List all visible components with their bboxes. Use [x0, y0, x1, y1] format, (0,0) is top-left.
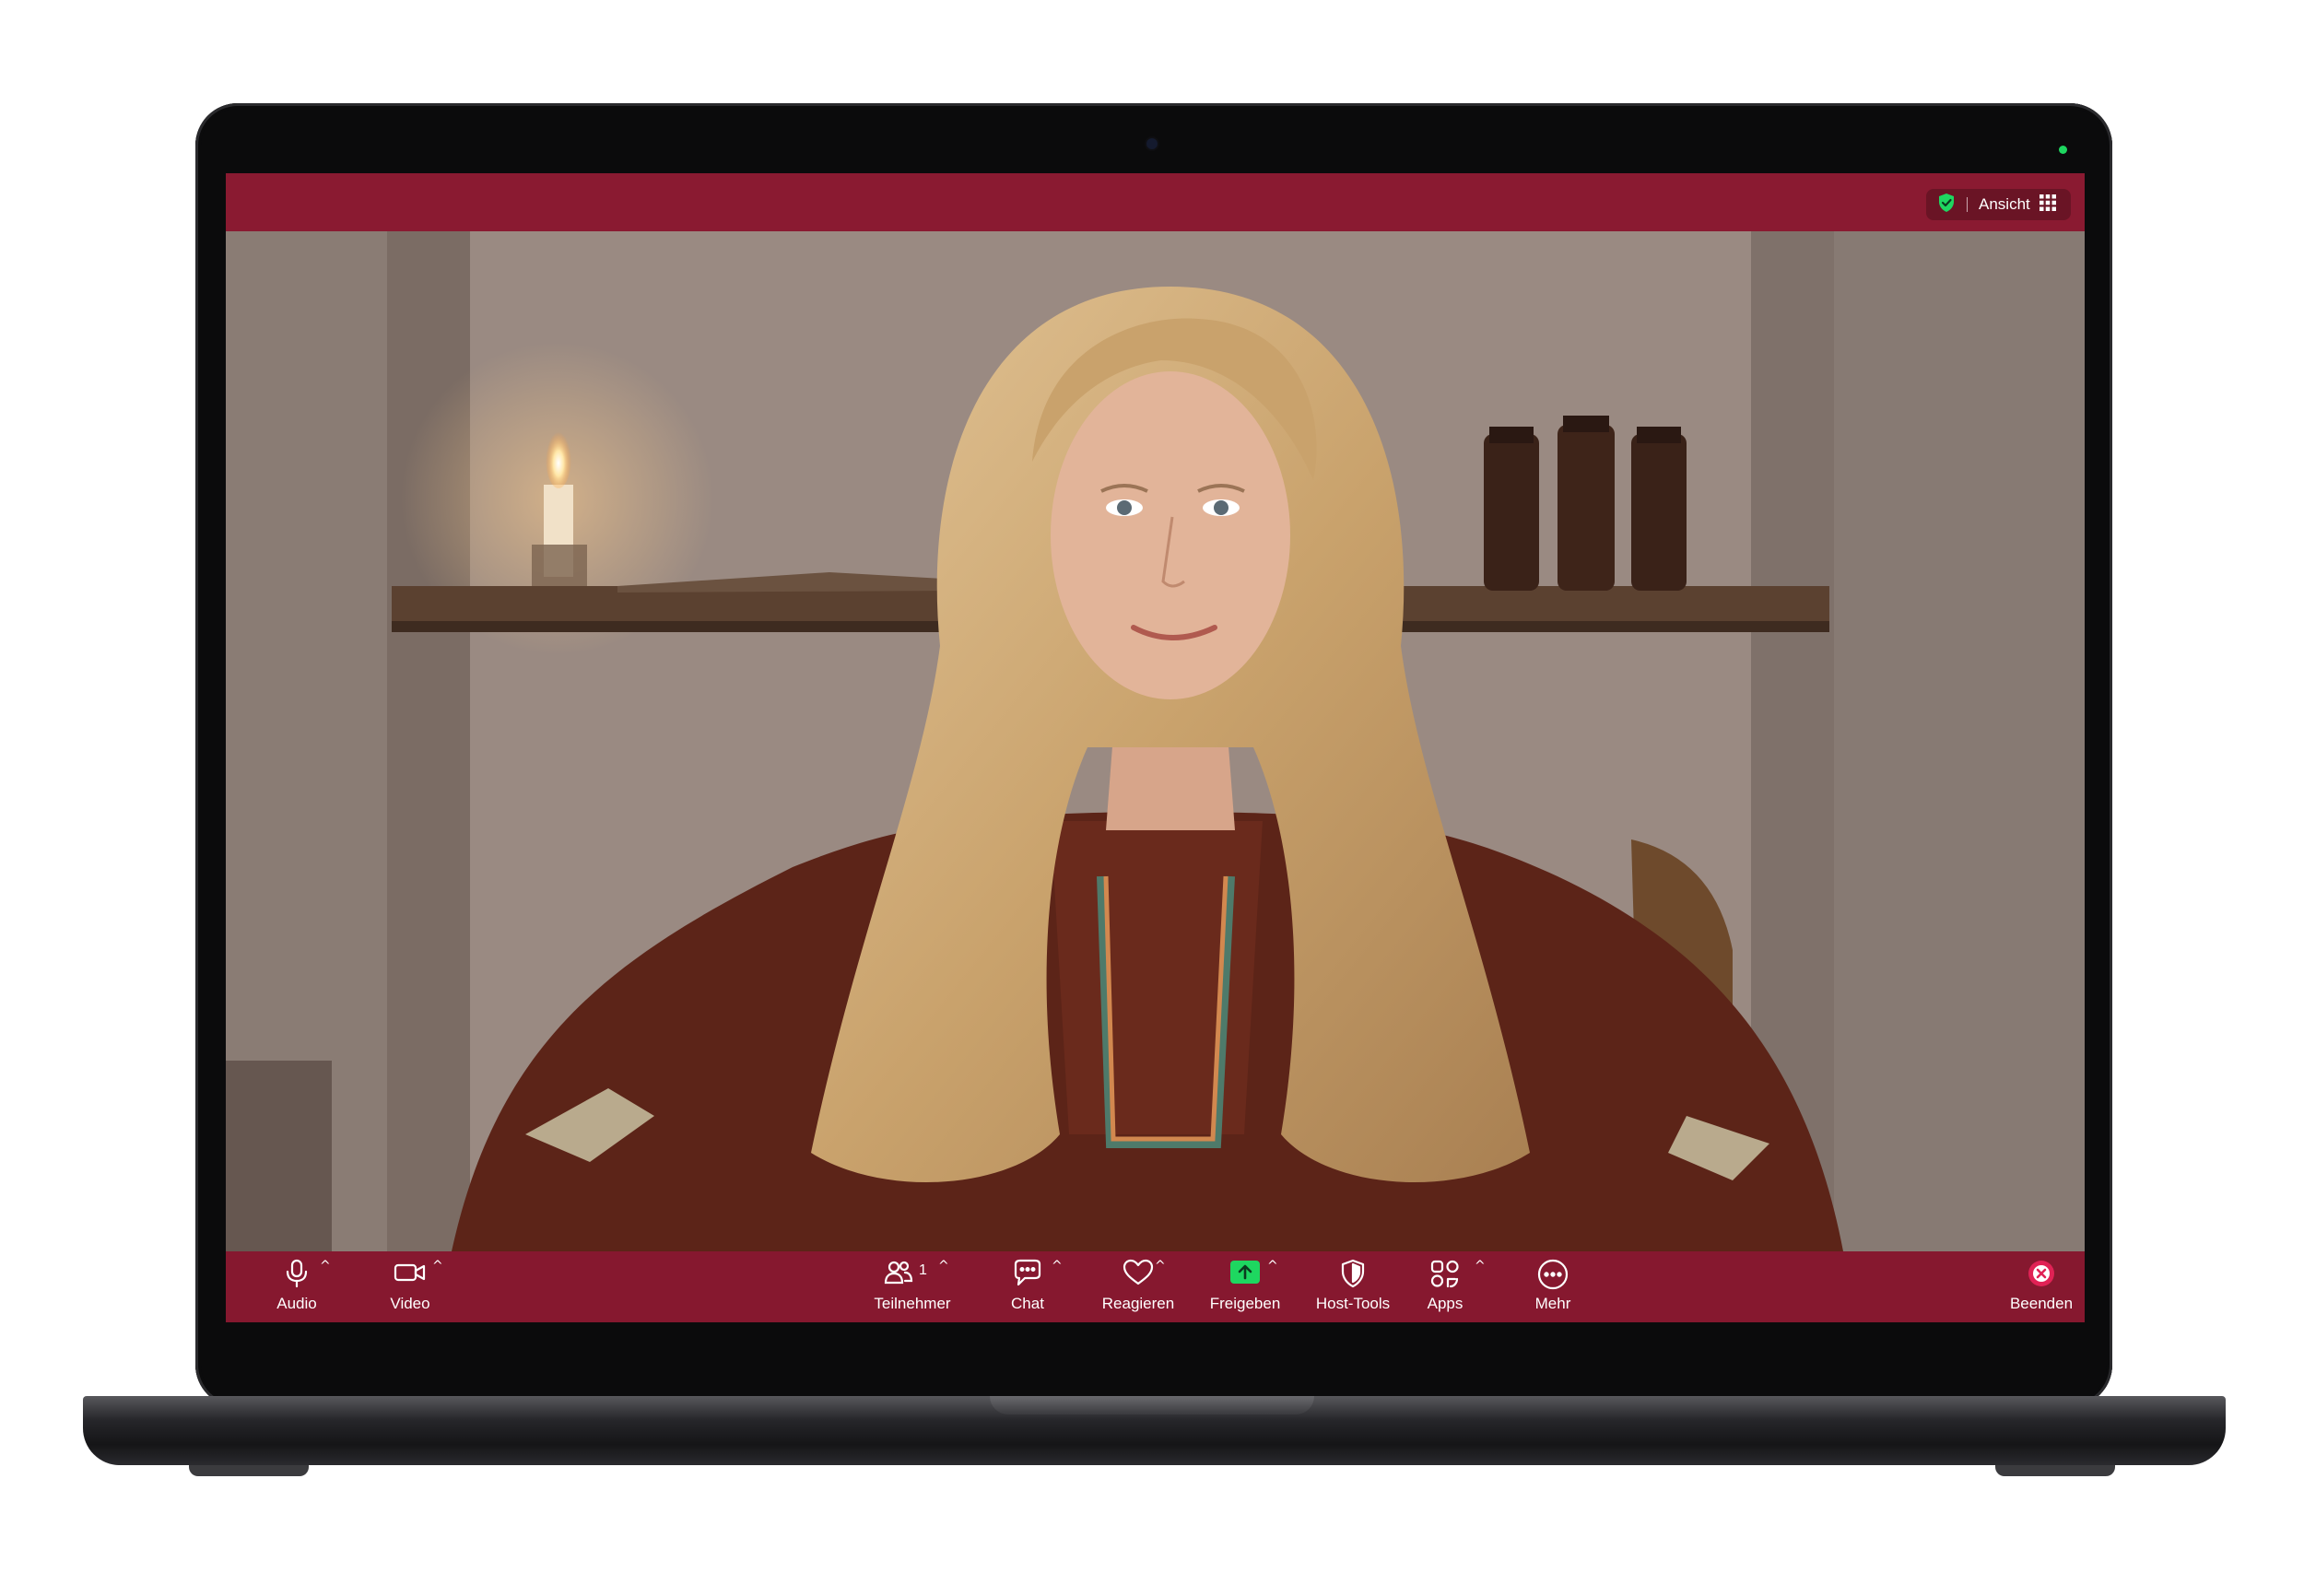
participant-video — [226, 231, 2085, 1251]
video-label: Video — [390, 1295, 430, 1312]
meeting-toolbar: Audio ^ Video ^ Teilnehmer 1 ^ Chat ^ Re… — [226, 1251, 2085, 1322]
webcam — [1146, 138, 1158, 149]
share-label: Freigeben — [1209, 1295, 1281, 1312]
end-button[interactable]: Beenden — [1995, 1251, 2085, 1322]
microphone-icon[interactable] — [284, 1259, 310, 1288]
camera-led — [2059, 146, 2067, 154]
share-screen-icon[interactable] — [1229, 1259, 1261, 1286]
apps-caret[interactable]: ^ — [1475, 1259, 1486, 1273]
react-caret[interactable]: ^ — [1155, 1259, 1166, 1273]
participants-button[interactable]: Teilnehmer — [852, 1251, 972, 1322]
host-tools-label: Host-Tools — [1315, 1295, 1391, 1312]
apps-icon[interactable] — [1429, 1259, 1461, 1288]
shield-icon[interactable] — [1339, 1259, 1367, 1288]
grid-icon — [2039, 194, 2056, 216]
more-button[interactable]: Mehr — [1516, 1251, 1590, 1322]
end-call-icon[interactable] — [2027, 1259, 2056, 1288]
host-tools-button[interactable]: Host-Tools — [1293, 1251, 1413, 1322]
audio-label: Audio — [276, 1295, 317, 1312]
audio-caret[interactable]: ^ — [320, 1259, 331, 1273]
participants-caret[interactable]: ^ — [938, 1259, 949, 1273]
chat-bubble-icon[interactable] — [1012, 1259, 1043, 1288]
shield-check-icon[interactable] — [1937, 193, 1956, 217]
heart-icon[interactable] — [1122, 1259, 1155, 1286]
react-button[interactable]: Reagieren — [1083, 1251, 1193, 1322]
chat-caret[interactable]: ^ — [1052, 1259, 1063, 1273]
view-label: Ansicht — [1979, 195, 2030, 213]
more-icon[interactable] — [1537, 1259, 1569, 1290]
end-label: Beenden — [2009, 1295, 2074, 1312]
participant-video-image — [226, 231, 2085, 1251]
participants-icon[interactable] — [883, 1259, 914, 1286]
laptop-foot-left — [189, 1465, 309, 1476]
share-caret[interactable]: ^ — [1267, 1259, 1278, 1273]
chat-label: Chat — [1011, 1295, 1044, 1312]
share-button[interactable]: Freigeben — [1190, 1251, 1300, 1322]
apps-label: Apps — [1427, 1295, 1464, 1312]
laptop-foot-right — [1995, 1465, 2115, 1476]
divider — [1967, 197, 1968, 212]
participant-count: 1 — [919, 1262, 927, 1278]
meeting-window: Ansicht Audio ^ Video ^ Teilnehmer 1 ^ C… — [226, 173, 2085, 1322]
apps-button[interactable]: Apps — [1408, 1251, 1482, 1322]
participants-label: Teilnehmer — [874, 1295, 951, 1312]
top-bar: Ansicht — [226, 173, 2085, 230]
video-camera-icon[interactable] — [394, 1259, 427, 1286]
laptop-notch — [990, 1396, 1314, 1414]
view-button[interactable]: Ansicht — [1926, 189, 2071, 220]
video-caret[interactable]: ^ — [432, 1259, 443, 1273]
react-label: Reagieren — [1101, 1295, 1175, 1312]
more-label: Mehr — [1534, 1295, 1571, 1312]
